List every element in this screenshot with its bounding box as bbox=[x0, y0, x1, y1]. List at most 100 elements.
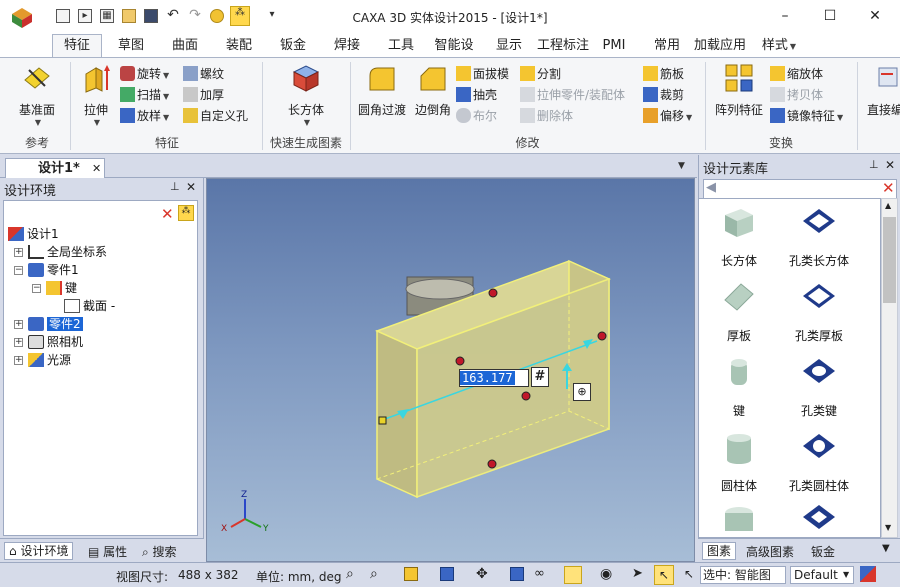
tab-load-apps[interactable]: 加载应用 bbox=[694, 35, 746, 57]
tree-item-global-coords[interactable]: 全局坐标系 bbox=[28, 243, 107, 261]
rib-button[interactable]: 筋板 bbox=[643, 64, 684, 84]
minimize-icon[interactable]: – bbox=[770, 6, 800, 26]
expand-icon[interactable]: + bbox=[14, 248, 23, 257]
close-icon[interactable]: ✕ bbox=[860, 6, 890, 26]
tabs-overflow-icon[interactable]: ▼ bbox=[882, 543, 890, 554]
tab-tools[interactable]: 工具 bbox=[380, 35, 422, 57]
tree-item-camera[interactable]: 照相机 bbox=[28, 333, 83, 351]
base-plane-button[interactable]: 基准面 ▼ bbox=[6, 62, 68, 127]
tab-annotation[interactable]: 工程标注 bbox=[537, 35, 589, 57]
filter-icon[interactable]: ⁂ bbox=[178, 205, 194, 221]
tab-pmi[interactable]: PMI bbox=[596, 35, 632, 57]
offset-button[interactable]: 偏移 ▼ bbox=[643, 106, 692, 126]
library-scrollbar[interactable]: ▲ ▼ bbox=[881, 198, 898, 538]
scroll-up-icon[interactable]: ▲ bbox=[885, 201, 891, 210]
delete-body-button[interactable]: 删除体 bbox=[520, 106, 573, 126]
camera-icon[interactable]: ◉ bbox=[600, 566, 612, 582]
close-panel-icon[interactable]: ✕ bbox=[186, 180, 196, 194]
expand-icon[interactable]: + bbox=[14, 320, 23, 329]
pin-icon[interactable]: ⊥ bbox=[170, 180, 180, 193]
sweep-button[interactable]: 扫描 ▼ bbox=[120, 85, 169, 105]
tab-smart-design[interactable]: 智能设计 bbox=[429, 35, 479, 57]
handle-bottom[interactable] bbox=[487, 459, 497, 469]
tab-sketch[interactable]: 草图 bbox=[110, 35, 152, 57]
tab-surface[interactable]: 曲面 bbox=[164, 35, 206, 57]
tab-list-dropdown-icon[interactable]: ▼ bbox=[678, 161, 685, 171]
library-item-hole-plate[interactable]: 孔类厚板 bbox=[779, 280, 859, 344]
tab-elements[interactable]: 图素 bbox=[702, 542, 737, 560]
boolean-button[interactable]: 布尔 bbox=[456, 106, 497, 126]
dimension-options-button[interactable]: # bbox=[531, 367, 549, 387]
tree-item-key[interactable]: 键 bbox=[46, 279, 77, 297]
handle-left-square[interactable] bbox=[378, 416, 387, 425]
tab-style[interactable]: 样式 ▼ bbox=[758, 35, 800, 57]
handle-top[interactable] bbox=[488, 288, 498, 298]
dimension-input[interactable]: 163.177 bbox=[459, 369, 529, 387]
tree-item-part1[interactable]: 零件1 bbox=[28, 261, 79, 279]
mirror-button[interactable]: 镜像特征 ▼ bbox=[770, 106, 843, 126]
tab-welding[interactable]: 焊接 bbox=[326, 35, 368, 57]
expand-icon[interactable]: + bbox=[14, 356, 23, 365]
tree-item-design1[interactable]: 设计1 bbox=[8, 225, 59, 243]
back-arrow-icon[interactable]: ◀ bbox=[706, 180, 716, 195]
library-item-cylinder[interactable]: 圆柱体 bbox=[699, 430, 779, 494]
library-item-hole-key[interactable]: 孔类键 bbox=[779, 355, 859, 419]
zoom-window-icon[interactable]: ⌕ bbox=[370, 566, 378, 582]
tree-item-section[interactable]: 截面 - bbox=[64, 297, 115, 315]
library-item-block[interactable]: 长方体 bbox=[699, 205, 779, 269]
walk-icon[interactable]: ➤ bbox=[632, 566, 643, 581]
pin-icon[interactable]: ⊥ bbox=[869, 158, 879, 171]
stretch-part-button[interactable]: 拉伸零件/装配体 bbox=[520, 85, 625, 105]
view-orient-icon[interactable] bbox=[404, 567, 418, 581]
style-select[interactable]: Default ▼ bbox=[790, 566, 854, 584]
custom-hole-button[interactable]: 自定义孔 bbox=[183, 106, 248, 126]
trim-button[interactable]: 裁剪 bbox=[643, 85, 684, 105]
document-tab[interactable]: 设计1* ✕ bbox=[5, 158, 105, 178]
tab-properties[interactable]: ▤ 属性 bbox=[88, 543, 127, 560]
3d-viewport[interactable]: Z Y X 163.177 # ⊕ bbox=[206, 178, 695, 562]
maximize-icon[interactable]: ☐ bbox=[815, 6, 845, 26]
tree-item-light[interactable]: 光源 bbox=[28, 351, 71, 369]
close-panel-icon[interactable]: ✕ bbox=[885, 158, 895, 172]
loft-button[interactable]: 放样 ▼ bbox=[120, 106, 169, 126]
scroll-thumb[interactable] bbox=[883, 217, 896, 303]
handle-mid[interactable] bbox=[455, 356, 465, 366]
zoom-icon[interactable]: ⌕ bbox=[346, 566, 354, 582]
handle-lower[interactable] bbox=[521, 391, 531, 401]
split-button[interactable]: 分割 bbox=[520, 64, 561, 84]
library-item-hole-cylinder[interactable]: 孔类圆柱体 bbox=[779, 430, 859, 494]
tab-advanced-elements[interactable]: 高级图素 bbox=[746, 543, 794, 560]
scroll-down-icon[interactable]: ▼ bbox=[885, 523, 891, 532]
copy-body-button[interactable]: 拷贝体 bbox=[770, 85, 823, 105]
tree-item-part2[interactable]: 零件2 bbox=[28, 315, 83, 333]
shell-button[interactable]: 抽壳 bbox=[456, 85, 497, 105]
chamfer-button[interactable]: 边倒角 bbox=[410, 62, 456, 118]
tab-feature[interactable]: 特征 bbox=[52, 34, 102, 58]
tab-common[interactable]: 常用 bbox=[646, 35, 688, 57]
render-icon[interactable] bbox=[510, 567, 524, 581]
pointer-icon[interactable]: ↖ bbox=[684, 567, 694, 581]
revolve-button[interactable]: 旋转 ▼ bbox=[120, 64, 169, 84]
collapse-icon[interactable]: − bbox=[32, 284, 41, 293]
grid-icon[interactable] bbox=[860, 566, 876, 582]
glasses-icon[interactable]: ∞ bbox=[534, 566, 545, 581]
direct-edit-button[interactable]: 直接编 bbox=[860, 62, 900, 118]
standard-view-icon[interactable] bbox=[440, 567, 454, 581]
tab-search[interactable]: ⌕ 搜索 bbox=[142, 543, 177, 560]
tab-design-environment[interactable]: ⌂ 设计环境 bbox=[4, 542, 74, 560]
library-item-hole-block[interactable]: 孔类长方体 bbox=[779, 205, 859, 269]
tab-sheetmetal-lib[interactable]: 钣金 bbox=[811, 543, 835, 560]
expand-icon[interactable]: + bbox=[14, 338, 23, 347]
library-item-key[interactable]: 键 bbox=[699, 355, 779, 419]
delete-icon[interactable]: ✕ bbox=[882, 179, 895, 197]
reposition-handle-icon[interactable]: ⊕ bbox=[573, 383, 591, 401]
draft-button[interactable]: 面拔模 bbox=[456, 64, 509, 84]
pattern-button[interactable]: 阵列特征 bbox=[710, 62, 768, 118]
tab-assembly[interactable]: 装配 bbox=[218, 35, 260, 57]
close-tab-icon[interactable]: ✕ bbox=[92, 159, 101, 178]
thread-button[interactable]: 螺纹 bbox=[183, 64, 224, 84]
tab-sheetmetal[interactable]: 钣金 bbox=[272, 35, 314, 57]
select-arrow-icon[interactable]: ↖ bbox=[654, 565, 674, 585]
tab-display[interactable]: 显示 bbox=[488, 35, 530, 57]
thicken-button[interactable]: 加厚 bbox=[183, 85, 224, 105]
